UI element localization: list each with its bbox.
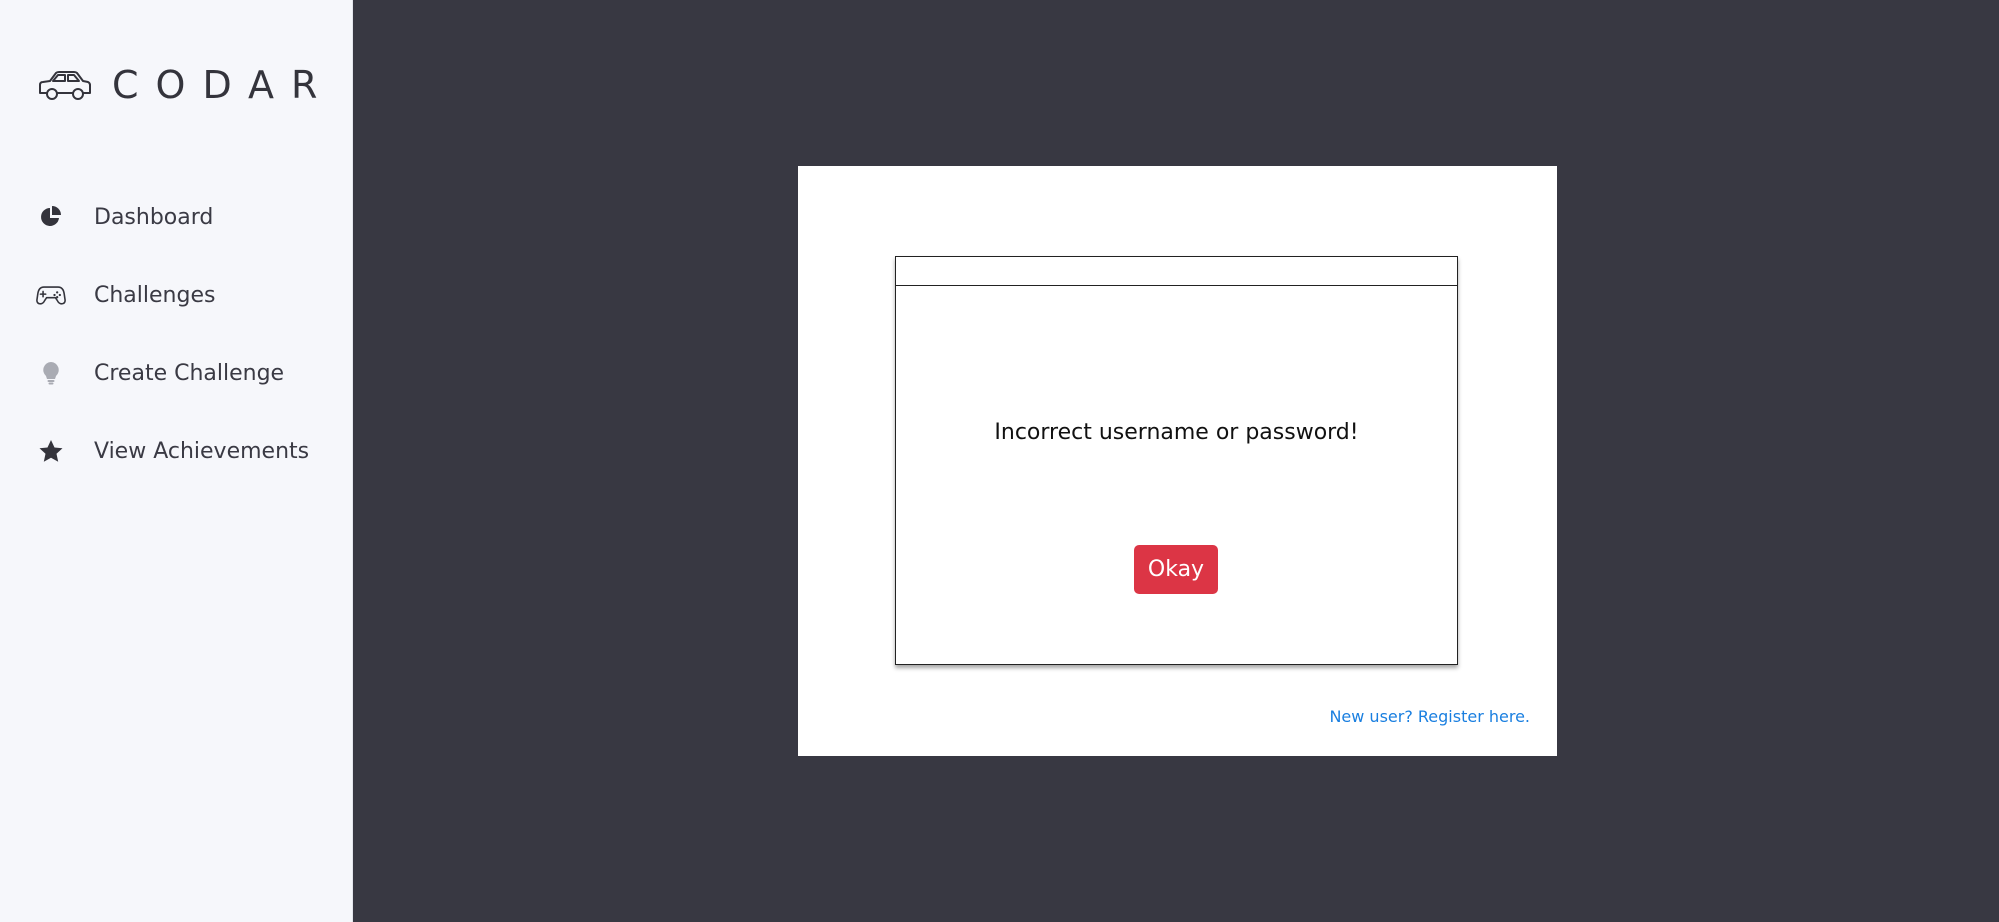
okay-button[interactable]: Okay bbox=[1134, 545, 1218, 594]
gamepad-icon bbox=[36, 280, 66, 310]
sidebar-item-challenges[interactable]: Challenges bbox=[36, 275, 215, 315]
sidebar-item-dashboard[interactable]: Dashboard bbox=[36, 197, 213, 237]
sidebar-item-view-achievements[interactable]: View Achievements bbox=[36, 431, 309, 471]
sidebar-item-label: Challenges bbox=[94, 282, 216, 308]
error-message: Incorrect username or password! bbox=[994, 420, 1359, 445]
pie-chart-icon bbox=[36, 202, 66, 232]
lightbulb-icon bbox=[36, 358, 66, 388]
sidebar-item-label: Dashboard bbox=[94, 204, 214, 230]
sidebar-item-label: View Achievements bbox=[94, 438, 310, 464]
dialog-titlebar bbox=[896, 257, 1457, 286]
sidebar-item-create-challenge[interactable]: Create Challenge bbox=[36, 353, 284, 393]
brand-name: CODAR bbox=[112, 63, 335, 107]
star-icon bbox=[36, 436, 66, 466]
register-link[interactable]: New user? Register here. bbox=[1329, 707, 1530, 726]
login-panel: Incorrect username or password! Okay New… bbox=[798, 166, 1557, 756]
sidebar: CODAR Dashboard Challenges Create Challe… bbox=[0, 0, 353, 922]
app-root: CODAR Dashboard Challenges Create Challe… bbox=[0, 0, 1999, 922]
car-icon bbox=[38, 67, 92, 103]
sidebar-item-label: Create Challenge bbox=[94, 360, 285, 386]
error-dialog: Incorrect username or password! Okay bbox=[895, 256, 1458, 665]
brand[interactable]: CODAR bbox=[38, 62, 334, 108]
